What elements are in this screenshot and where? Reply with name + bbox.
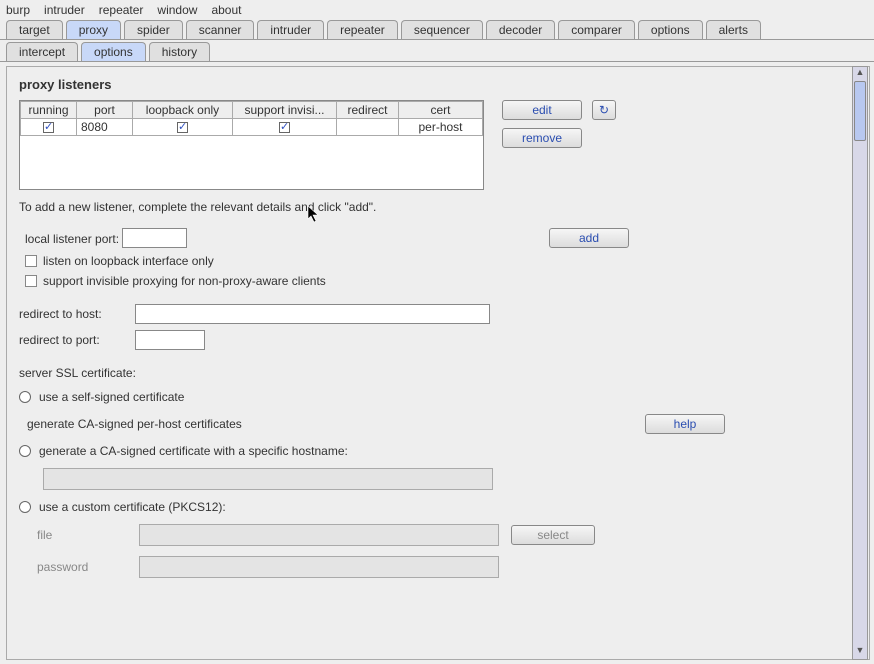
tab-repeater[interactable]: repeater	[327, 20, 398, 39]
col-redirect[interactable]: redirect	[337, 102, 399, 119]
invisible-proxy-label: support invisible proxying for non-proxy…	[43, 274, 326, 288]
password-label: password	[37, 560, 127, 574]
helper-text: To add a new listener, complete the rele…	[19, 200, 855, 214]
refresh-icon[interactable]: ↻	[592, 100, 616, 120]
vertical-scrollbar[interactable]: ▲ ▼	[852, 66, 868, 660]
ssl-title: server SSL certificate:	[19, 366, 855, 380]
file-input[interactable]	[139, 524, 499, 546]
cell-cert: per-host	[399, 119, 483, 136]
ssl-label-perhost: generate CA-signed per-host certificates	[27, 417, 242, 431]
tab-target[interactable]: target	[6, 20, 63, 39]
support-checkbox[interactable]	[279, 122, 290, 133]
menu-bar: burp intruder repeater window about	[0, 0, 874, 20]
local-port-label: local listener port:	[25, 232, 119, 246]
subtab-intercept[interactable]: intercept	[6, 42, 78, 61]
menu-repeater[interactable]: repeater	[99, 3, 144, 17]
options-panel: proxy listeners running port loopback on…	[6, 66, 870, 660]
tab-proxy[interactable]: proxy	[66, 20, 121, 39]
help-button[interactable]: help	[645, 414, 725, 434]
tab-comparer[interactable]: comparer	[558, 20, 635, 39]
menu-burp[interactable]: burp	[6, 3, 30, 17]
scroll-up-icon[interactable]: ▲	[853, 67, 867, 81]
col-loopback[interactable]: loopback only	[133, 102, 233, 119]
menu-window[interactable]: window	[157, 3, 197, 17]
redirect-port-input[interactable]	[135, 330, 205, 350]
tab-intruder[interactable]: intruder	[257, 20, 324, 39]
listener-table[interactable]: running port loopback only support invis…	[19, 100, 484, 190]
cell-redirect	[337, 119, 399, 136]
section-title: proxy listeners	[19, 77, 855, 92]
col-port[interactable]: port	[77, 102, 133, 119]
subtab-options[interactable]: options	[81, 42, 146, 61]
menu-about[interactable]: about	[211, 3, 241, 17]
scroll-down-icon[interactable]: ▼	[853, 645, 867, 659]
ssl-label-selfsigned: use a self-signed certificate	[39, 390, 184, 404]
tab-scanner[interactable]: scanner	[186, 20, 255, 39]
ssl-label-hostname: generate a CA-signed certificate with a …	[39, 444, 348, 458]
menu-intruder[interactable]: intruder	[44, 3, 85, 17]
scroll-thumb[interactable]	[854, 81, 866, 141]
ssl-radio-selfsigned[interactable]	[19, 391, 31, 403]
table-row[interactable]: 8080 per-host	[21, 119, 483, 136]
remove-button[interactable]: remove	[502, 128, 582, 148]
tab-options[interactable]: options	[638, 20, 703, 39]
file-label: file	[37, 528, 127, 542]
col-support[interactable]: support invisi...	[233, 102, 337, 119]
loopback-only-label: listen on loopback interface only	[43, 254, 214, 268]
tab-sequencer[interactable]: sequencer	[401, 20, 483, 39]
add-button[interactable]: add	[549, 228, 629, 248]
ssl-radio-hostname[interactable]	[19, 445, 31, 457]
password-input[interactable]	[139, 556, 499, 578]
redirect-host-input[interactable]	[135, 304, 490, 324]
col-cert[interactable]: cert	[399, 102, 483, 119]
subtab-history[interactable]: history	[149, 42, 210, 61]
sub-tab-row: intercept options history	[0, 40, 874, 62]
ssl-hostname-input[interactable]	[43, 468, 493, 490]
tab-spider[interactable]: spider	[124, 20, 183, 39]
col-running[interactable]: running	[21, 102, 77, 119]
redirect-host-label: redirect to host:	[19, 307, 129, 321]
loopback-checkbox[interactable]	[177, 122, 188, 133]
select-button[interactable]: select	[511, 525, 595, 545]
local-port-input[interactable]	[122, 228, 187, 248]
invisible-proxy-checkbox[interactable]	[25, 275, 37, 287]
loopback-only-checkbox[interactable]	[25, 255, 37, 267]
redirect-port-label: redirect to port:	[19, 333, 129, 347]
tab-decoder[interactable]: decoder	[486, 20, 555, 39]
ssl-label-custom: use a custom certificate (PKCS12):	[39, 500, 226, 514]
main-tab-row: target proxy spider scanner intruder rep…	[0, 20, 874, 40]
running-checkbox[interactable]	[43, 122, 54, 133]
cell-port: 8080	[77, 119, 133, 136]
tab-alerts[interactable]: alerts	[706, 20, 761, 39]
ssl-radio-custom[interactable]	[19, 501, 31, 513]
edit-button[interactable]: edit	[502, 100, 582, 120]
